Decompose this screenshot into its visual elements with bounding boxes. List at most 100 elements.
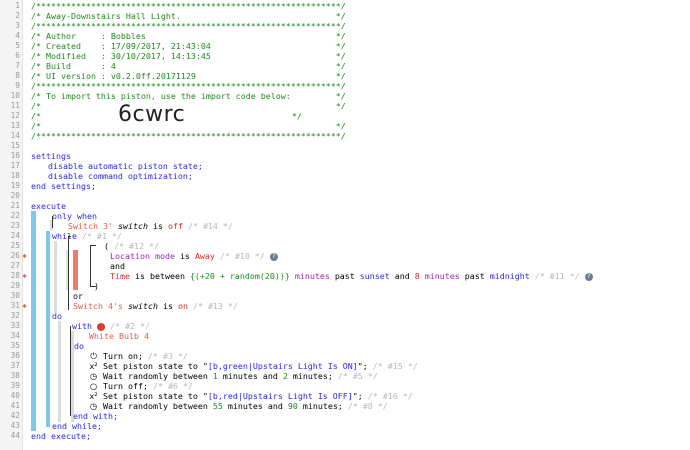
line-number: 10	[10, 91, 20, 100]
end-while-keyword: end while;	[52, 421, 102, 431]
time-condition[interactable]: Time is between {(+20 + random(20))} min…	[110, 271, 593, 281]
line-number: 22	[10, 211, 20, 220]
info-icon[interactable]: ?	[269, 252, 278, 261]
setting-line[interactable]: disable command optimization;	[48, 171, 193, 181]
settings-keyword[interactable]: settings	[31, 151, 71, 161]
group-bracket-top	[90, 245, 96, 246]
expression: {(+20 + random(20))}	[189, 271, 290, 281]
group-bracket-bottom	[90, 286, 96, 287]
comment-modified: /* Modified : 30/10/2017, 14:13:45 */	[31, 51, 346, 61]
line-number: 11	[10, 101, 20, 110]
attribute-name: switch	[127, 301, 158, 311]
while-statement[interactable]: while /* #1 */	[52, 231, 122, 241]
action-wait-1[interactable]: ◷ Wait randomly between 1 minutes and 2 …	[89, 371, 378, 381]
comment-line: /***************************************…	[31, 21, 346, 31]
comment-line: /* */	[31, 121, 346, 131]
comment-line: /***************************************…	[31, 81, 346, 91]
line-number: 7	[15, 61, 20, 70]
only-when-keyword[interactable]: only when	[52, 211, 97, 221]
group-bracket	[90, 245, 92, 287]
line-number: 23	[10, 221, 20, 230]
location-condition[interactable]: Location mode is Away /* #10 */ ?	[110, 251, 278, 261]
value: off	[167, 221, 183, 231]
comment-import-note: /* To import this piston, use the import…	[31, 91, 346, 101]
line-number: 24	[10, 231, 20, 240]
restriction-condition[interactable]: Switch 3' switch is off /* #14 */	[68, 221, 233, 231]
while-keyword[interactable]: while	[52, 231, 77, 241]
with-do-keyword[interactable]: do	[74, 341, 84, 351]
action-set-state-off[interactable]: x² Set piston state to "[b,red|Upstairs …	[89, 391, 412, 401]
condition-group[interactable]: ( /* #12 */	[104, 241, 159, 251]
while-cond-bar	[54, 241, 57, 313]
line-number: 16	[10, 151, 20, 160]
info-icon[interactable]: ?	[584, 272, 593, 281]
action-turn-on[interactable]: ⏻ Turn on; /* #3 */	[89, 351, 188, 361]
and-operator[interactable]: and	[110, 261, 125, 271]
clock-icon: ◷	[89, 401, 98, 411]
device-name[interactable]: Switch 4	[73, 301, 113, 311]
location-mode-attr: Location mode	[110, 251, 175, 261]
line-number: 43	[10, 421, 20, 430]
power-off-icon: ○	[89, 381, 98, 391]
group-red-bar	[73, 250, 78, 290]
line-number: 2	[15, 11, 20, 20]
line-number: 5	[15, 41, 20, 50]
condition-marker: ✱	[22, 252, 27, 260]
switch4-condition[interactable]: Switch 4's switch is on /* #13 */	[73, 301, 238, 311]
line-number: 27	[10, 261, 20, 270]
condition-marker: ✱	[22, 272, 27, 280]
line-number: 40	[10, 391, 20, 400]
or-operator[interactable]: or	[73, 291, 83, 301]
comment-line: /***************************************…	[31, 131, 346, 141]
line-number: 34	[10, 331, 20, 340]
line-number: 26	[10, 251, 20, 260]
execute-keyword[interactable]: execute	[31, 201, 66, 211]
line-number: 29	[10, 281, 20, 290]
line-number: 19	[10, 181, 20, 190]
device-name[interactable]: Switch 3	[68, 221, 108, 231]
piston-code-editor: 1 2 3 4 5 6 7 8 9 10 11 12 13 14 15 16 17 18 19 20 21 22 23 24 2…	[0, 0, 690, 450]
line-number: 38	[10, 371, 20, 380]
end-settings-keyword: end settings;	[31, 181, 96, 191]
line-number: 32	[10, 311, 20, 320]
comment-title: /* Away-Downstairs Hall Light. */	[31, 11, 346, 21]
power-icon: ⏻	[90, 351, 97, 361]
variable-icon: x²	[89, 361, 98, 371]
line-number: 18	[10, 171, 20, 180]
line-number: 41	[10, 401, 20, 410]
clock-icon: ◷	[89, 371, 98, 381]
line-number: 25	[10, 241, 20, 250]
action-wait-2[interactable]: ◷ Wait randomly between 55 minutes and 9…	[89, 401, 388, 411]
with-block-bar	[58, 321, 61, 422]
line-number: 4	[15, 31, 20, 40]
end-with-keyword: end with;	[73, 411, 118, 421]
import-code[interactable]: 6cwrc	[118, 102, 185, 128]
attribute-name: switch	[117, 221, 148, 231]
action-turn-off[interactable]: ○ Turn off; /* #6 */	[89, 381, 193, 391]
line-number: 9	[15, 81, 20, 90]
line-number: 28	[10, 271, 20, 280]
with-device[interactable]: White Bulb 4	[89, 331, 149, 341]
line-number: 8	[15, 71, 20, 80]
comment-line: /*	[31, 111, 41, 121]
with-bracket	[70, 326, 72, 416]
line-number: 44	[10, 431, 20, 440]
line-number: 37	[10, 361, 20, 370]
only-when-bracket	[52, 216, 54, 228]
end-execute-keyword: end execute;	[31, 431, 91, 441]
with-statement[interactable]: with /* #2 */	[72, 321, 150, 331]
action-set-state-on[interactable]: x² Set piston state to "[b,green|Upstair…	[89, 361, 417, 371]
comment-line: /***************************************…	[31, 1, 346, 11]
location-icon	[96, 322, 105, 331]
execute-block-bar	[31, 211, 36, 431]
do-keyword[interactable]: do	[52, 311, 62, 321]
line-number: 33	[10, 321, 20, 330]
while-block-bar	[46, 231, 50, 427]
line-number: 15	[10, 141, 20, 150]
variable-icon: x²	[89, 391, 98, 401]
comment-build: /* Build : 4 */	[31, 61, 346, 71]
comment-author: /* Author : Bobbles */	[31, 31, 346, 41]
comment-ui-version: /* UI version : v0.2.0ff.20171129 */	[31, 71, 346, 81]
with-keyword[interactable]: with	[72, 321, 92, 331]
setting-line[interactable]: disable automatic piston state;	[48, 161, 203, 171]
